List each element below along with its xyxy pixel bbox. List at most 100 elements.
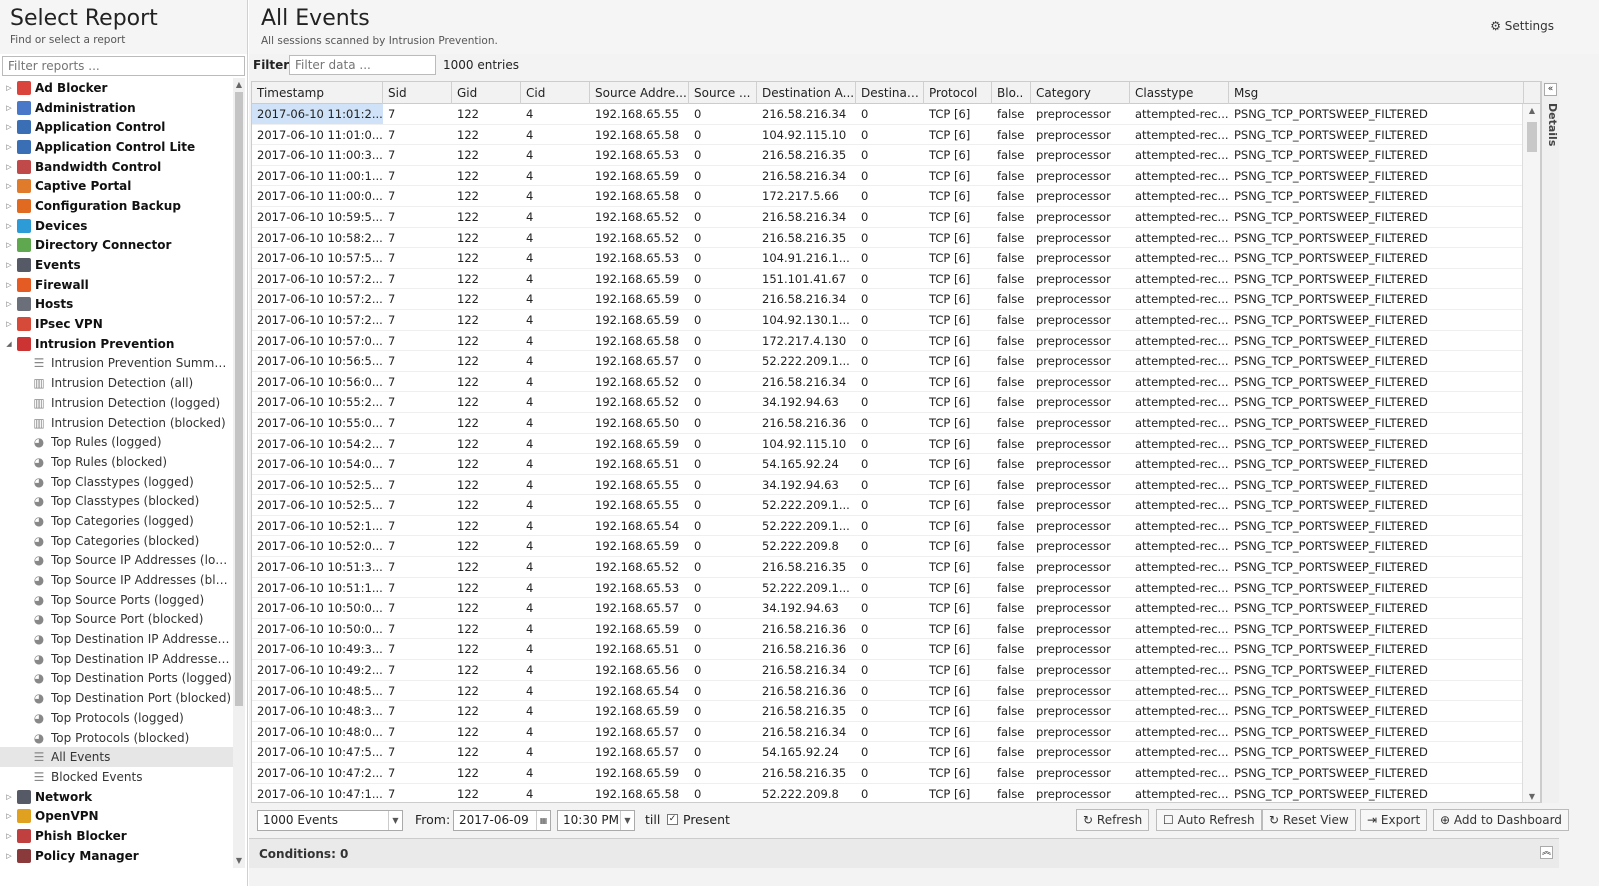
expanded-icon[interactable]: ◢: [3, 340, 15, 348]
table-row[interactable]: 2017-06-10 10:54:2... 7 122 4 192.168.65.59 0…: [252, 434, 1522, 455]
tree-folder-openvpn[interactable]: ▷ OpenVPN: [0, 806, 233, 826]
table-row[interactable]: 2017-06-10 10:52:5... 7 122 4 192.168.65.55 0…: [252, 495, 1522, 516]
calendar-icon[interactable]: ▦: [536, 811, 550, 830]
conditions-panel[interactable]: Conditions: 0 ︽: [249, 838, 1559, 868]
tree-folder-captive-portal[interactable]: ▷ Captive Portal: [0, 176, 233, 196]
add-to-dashboard-button[interactable]: ⊕ Add to Dashboard: [1433, 809, 1569, 831]
reset-view-button[interactable]: ↻ Reset View: [1262, 809, 1356, 831]
table-row[interactable]: 2017-06-10 10:47:1... 7 122 4 192.168.65.58 0…: [252, 784, 1522, 802]
column-header[interactable]: Source Addre...: [590, 82, 689, 104]
settings-button[interactable]: ⚙ Settings: [1490, 19, 1554, 33]
present-checkbox[interactable]: ✓: [667, 814, 678, 825]
tree-folder-hosts[interactable]: ▷ Hosts: [0, 295, 233, 315]
report-item[interactable]: ◕ Top Rules (logged): [0, 432, 233, 452]
table-row[interactable]: 2017-06-10 10:48:0... 7 122 4 192.168.65.57 0…: [252, 722, 1522, 743]
tree-folder-application-control[interactable]: ▷ Application Control: [0, 117, 233, 137]
tree-folder-network[interactable]: ▷ Network: [0, 787, 233, 807]
details-panel[interactable]: « Details: [1541, 81, 1559, 803]
report-item[interactable]: ◕ Top Protocols (logged): [0, 708, 233, 728]
grid-scrollbar[interactable]: ▲ ▼: [1522, 104, 1540, 802]
table-row[interactable]: 2017-06-10 11:00:1... 7 122 4 192.168.65.59 0…: [252, 166, 1522, 187]
report-item[interactable]: ☰ All Events: [0, 747, 233, 768]
tree-folder-bandwidth-control[interactable]: ▷ Bandwidth Control: [0, 157, 233, 177]
date-picker[interactable]: 2017-06-09 ▦: [453, 810, 551, 831]
report-item[interactable]: ◕ Top Destination IP Addresses (lo...: [0, 629, 233, 649]
table-row[interactable]: 2017-06-10 10:50:0... 7 122 4 192.168.65.59 0…: [252, 619, 1522, 640]
tree-folder-application-control-lite[interactable]: ▷ Application Control Lite: [0, 137, 233, 157]
tree-folder-administration[interactable]: ▷ Administration: [0, 98, 233, 118]
chevron-down-icon[interactable]: ▼: [620, 811, 634, 830]
table-row[interactable]: 2017-06-10 11:01:2... 7 122 4 192.168.65.55 0…: [252, 104, 1522, 125]
filter-reports-input[interactable]: [2, 56, 245, 76]
column-header[interactable]: Source ...: [689, 82, 757, 104]
column-header[interactable]: Protocol: [924, 82, 992, 104]
table-row[interactable]: 2017-06-10 10:49:3... 7 122 4 192.168.65.51 0…: [252, 639, 1522, 661]
filter-data-input[interactable]: [289, 55, 436, 75]
table-row[interactable]: 2017-06-10 10:57:2... 7 122 4 192.168.65.59 0…: [252, 310, 1522, 331]
scroll-up-icon[interactable]: ▲: [233, 80, 245, 89]
table-row[interactable]: 2017-06-10 10:49:2... 7 122 4 192.168.65.56 0…: [252, 660, 1522, 681]
tree-folder-events[interactable]: ▷ Events: [0, 255, 233, 275]
report-item[interactable]: ☰ Intrusion Prevention Summary: [0, 354, 233, 374]
expand-icon[interactable]: ▷: [3, 320, 15, 328]
scroll-down-icon[interactable]: ▼: [233, 856, 245, 865]
expand-icon[interactable]: ▷: [3, 143, 15, 151]
table-row[interactable]: 2017-06-10 10:58:2... 7 122 4 192.168.65.52 0…: [252, 228, 1522, 249]
tree-folder-phish-blocker[interactable]: ▷ Phish Blocker: [0, 826, 233, 846]
table-row[interactable]: 2017-06-10 11:00:3... 7 122 4 192.168.65.53 0…: [252, 145, 1522, 166]
table-row[interactable]: 2017-06-10 10:59:5... 7 122 4 192.168.65.52 0…: [252, 207, 1522, 228]
event-limit-select[interactable]: 1000 Events ▼: [257, 810, 403, 831]
table-row[interactable]: 2017-06-10 10:51:1... 7 122 4 192.168.65.53 0…: [252, 578, 1522, 599]
table-row[interactable]: 2017-06-10 11:00:0... 7 122 4 192.168.65.58 0…: [252, 186, 1522, 207]
column-header[interactable]: Classtype: [1130, 82, 1229, 104]
table-row[interactable]: 2017-06-10 10:51:3... 7 122 4 192.168.65.52 0…: [252, 557, 1522, 578]
table-row[interactable]: 2017-06-10 10:52:1... 7 122 4 192.168.65.54 0…: [252, 516, 1522, 537]
tree-folder-ad-blocker[interactable]: ▷ Ad Blocker: [0, 78, 233, 98]
expand-icon[interactable]: ▷: [3, 281, 15, 289]
table-row[interactable]: 2017-06-10 10:47:5... 7 122 4 192.168.65.57 0…: [252, 742, 1522, 763]
sidebar-scrollbar[interactable]: ▲ ▼: [233, 78, 245, 868]
expand-icon[interactable]: ▷: [3, 261, 15, 269]
report-item[interactable]: ▥ Intrusion Detection (all): [0, 373, 233, 393]
report-item[interactable]: ☰ Blocked Events: [0, 767, 233, 787]
table-row[interactable]: 2017-06-10 10:52:0... 7 122 4 192.168.65.59 0…: [252, 536, 1522, 558]
sidebar-scroll-thumb[interactable]: [235, 92, 243, 706]
table-row[interactable]: 2017-06-10 10:57:5... 7 122 4 192.168.65.53 0…: [252, 248, 1522, 269]
tree-folder-configuration-backup[interactable]: ▷ Configuration Backup: [0, 196, 233, 216]
tree-folder-policy-manager[interactable]: ▷ Policy Manager: [0, 846, 233, 866]
report-item[interactable]: ◕ Top Source IP Addresses (blocked): [0, 570, 233, 590]
table-row[interactable]: 2017-06-10 10:56:5... 7 122 4 192.168.65.57 0…: [252, 351, 1522, 372]
column-header[interactable]: Sid: [383, 82, 452, 104]
scroll-down-icon[interactable]: ▼: [1526, 792, 1538, 801]
column-header[interactable]: Destinat...: [856, 82, 924, 104]
expand-icon[interactable]: ︽: [1540, 846, 1553, 859]
chevron-down-icon[interactable]: ▼: [388, 811, 402, 830]
tree-folder-intrusion-prevention[interactable]: ◢ Intrusion Prevention: [0, 334, 233, 354]
column-header[interactable]: Category: [1031, 82, 1130, 104]
collapse-icon[interactable]: «: [1544, 83, 1557, 96]
expand-icon[interactable]: ▷: [3, 222, 15, 230]
grid-scroll-thumb[interactable]: [1527, 122, 1537, 152]
report-item[interactable]: ◕ Top Destination IP Addresses (blo...: [0, 649, 233, 669]
table-row[interactable]: 2017-06-10 10:47:2... 7 122 4 192.168.65.59 0…: [252, 763, 1522, 784]
report-item[interactable]: ▥ Intrusion Detection (logged): [0, 393, 233, 413]
expand-icon[interactable]: ▷: [3, 123, 15, 131]
table-row[interactable]: 2017-06-10 10:55:0... 7 122 4 192.168.65.50 0…: [252, 413, 1522, 434]
table-row[interactable]: 2017-06-10 10:50:0... 7 122 4 192.168.65.57 0…: [252, 598, 1522, 619]
time-select[interactable]: 10:30 PM ▼: [557, 810, 635, 831]
column-header[interactable]: Timestamp: [252, 82, 383, 104]
expand-icon[interactable]: ▷: [3, 104, 15, 112]
table-row[interactable]: 2017-06-10 10:54:0... 7 122 4 192.168.65.51 0…: [252, 454, 1522, 475]
export-button[interactable]: ⇥ Export: [1360, 809, 1428, 831]
table-row[interactable]: 2017-06-10 10:48:5... 7 122 4 192.168.65.54 0…: [252, 681, 1522, 702]
table-row[interactable]: 2017-06-10 10:57:2... 7 122 4 192.168.65.59 0…: [252, 269, 1522, 290]
column-header[interactable]: Destination A...: [757, 82, 856, 104]
expand-icon[interactable]: ▷: [3, 793, 15, 801]
expand-icon[interactable]: ▷: [3, 812, 15, 820]
expand-icon[interactable]: ▷: [3, 84, 15, 92]
table-row[interactable]: 2017-06-10 10:57:0... 7 122 4 192.168.65.58 0…: [252, 331, 1522, 352]
report-item[interactable]: ◕ Top Source IP Addresses (logged): [0, 551, 233, 571]
column-header[interactable]: Msg: [1229, 82, 1524, 104]
expand-icon[interactable]: ▷: [3, 202, 15, 210]
table-row[interactable]: 2017-06-10 10:57:2... 7 122 4 192.168.65.59 0…: [252, 289, 1522, 310]
